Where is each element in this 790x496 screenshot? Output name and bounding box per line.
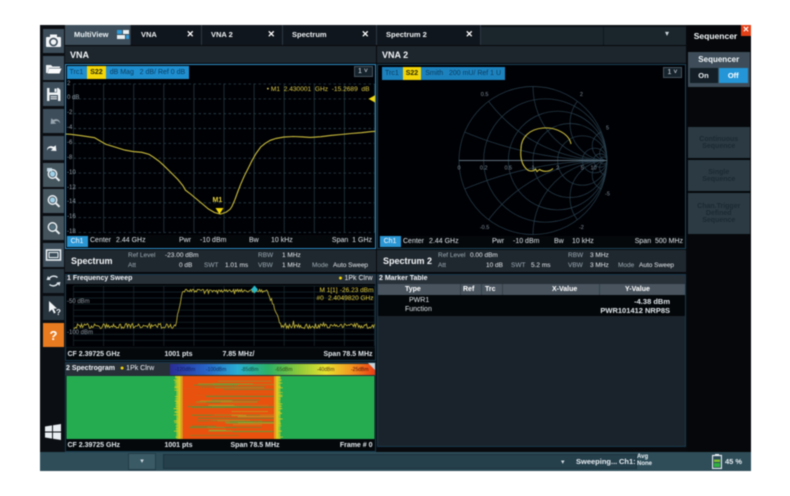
svg-text:-5: -5 — [605, 192, 610, 198]
svg-text:10: 10 — [590, 166, 596, 172]
svg-text:0.5: 0.5 — [504, 166, 512, 172]
svg-text:?: ? — [50, 328, 58, 343]
svg-text:?: ? — [56, 308, 61, 317]
svg-text:5: 5 — [606, 126, 609, 132]
svg-text:2: 2 — [580, 92, 583, 98]
svg-text:0.2: 0.2 — [480, 166, 488, 172]
svg-text:5: 5 — [581, 166, 584, 172]
svg-text:-2: -2 — [579, 225, 584, 231]
svg-text:2: 2 — [556, 166, 559, 172]
svg-text:0.5: 0.5 — [481, 92, 489, 98]
svg-text:-0.5: -0.5 — [480, 225, 489, 231]
svg-text:0: 0 — [457, 166, 460, 172]
